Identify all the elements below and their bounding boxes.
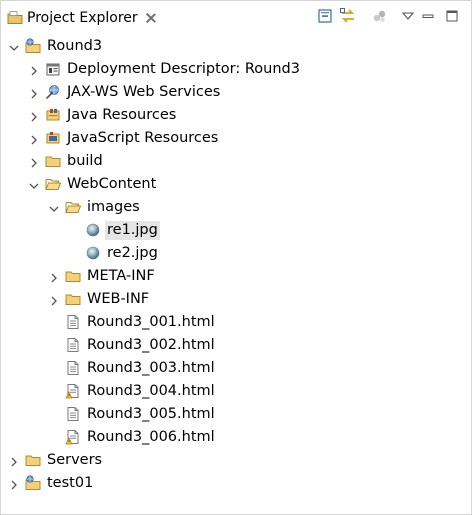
folder-icon: [25, 452, 41, 468]
folder-open-icon: [65, 199, 82, 215]
tree-item-label: re2.jpg: [107, 245, 158, 261]
folder-icon: [65, 268, 81, 284]
folder-open-icon: [45, 176, 62, 192]
tree-item[interactable]: Round3_006.html: [1, 426, 471, 449]
tree-item-label: Round3_004.html: [87, 383, 215, 399]
tree-item[interactable]: WEB-INF: [1, 288, 471, 311]
expanded-arrow-icon[interactable]: [29, 179, 39, 189]
html-file-icon: [65, 406, 81, 422]
folder-icon: [45, 153, 61, 169]
javascript-resources-icon: [45, 130, 61, 146]
image-file-icon: [85, 245, 101, 261]
html-file-warning-icon: [65, 383, 81, 399]
expanded-arrow-icon[interactable]: [9, 41, 19, 51]
tree-item-label: Round3_002.html: [87, 337, 215, 353]
tree-item-label: JAX-WS Web Services: [67, 84, 221, 100]
tree-item[interactable]: re1.jpg: [1, 219, 471, 242]
tree-item[interactable]: Servers: [1, 449, 471, 472]
web-project-icon: [25, 475, 41, 491]
tree-item[interactable]: Java Resources: [1, 104, 471, 127]
maximize-icon[interactable]: [443, 7, 461, 25]
collapsed-arrow-icon[interactable]: [29, 110, 39, 122]
filter-icon[interactable]: [371, 7, 389, 25]
tree-item-label: JavaScript Resources: [67, 130, 219, 146]
tree-item[interactable]: JavaScript Resources: [1, 127, 471, 150]
project-explorer-icon: [7, 10, 23, 26]
tree-item[interactable]: Round3_001.html: [1, 311, 471, 334]
tree-item[interactable]: JAX-WS Web Services: [1, 81, 471, 104]
collapsed-arrow-icon[interactable]: [49, 294, 59, 306]
java-resources-icon: [45, 107, 61, 123]
tree-item[interactable]: META-INF: [1, 265, 471, 288]
tree-item-label: WebContent: [67, 176, 157, 192]
tree-item[interactable]: images: [1, 196, 471, 219]
web-project-icon: [25, 38, 41, 54]
tree-item[interactable]: Deployment Descriptor: Round3: [1, 58, 471, 81]
tree-item-label: Servers: [47, 452, 103, 468]
html-file-icon: [65, 314, 81, 330]
tree-item[interactable]: test01: [1, 472, 471, 495]
tree-item[interactable]: Round3: [1, 35, 471, 58]
web-services-icon: [45, 84, 61, 100]
minimize-icon[interactable]: [419, 7, 437, 25]
collapsed-arrow-icon[interactable]: [29, 87, 39, 99]
html-file-icon: [65, 360, 81, 376]
tree-item[interactable]: Round3_005.html: [1, 403, 471, 426]
tree-item-label: build: [67, 153, 103, 169]
tree-item-label: Round3_001.html: [87, 314, 215, 330]
tree-item[interactable]: Round3_003.html: [1, 357, 471, 380]
html-file-warning-icon: [65, 429, 81, 445]
tree-item[interactable]: Round3_004.html: [1, 380, 471, 403]
tree-item[interactable]: Round3_002.html: [1, 334, 471, 357]
link-with-editor-icon[interactable]: [339, 7, 357, 25]
close-icon[interactable]: [146, 13, 156, 23]
tree-item-label: Java Resources: [67, 107, 177, 123]
tree-item[interactable]: re2.jpg: [1, 242, 471, 265]
collapsed-arrow-icon[interactable]: [29, 64, 39, 76]
html-file-icon: [65, 337, 81, 353]
collapsed-arrow-icon[interactable]: [29, 156, 39, 168]
view-title: Project Explorer: [27, 9, 138, 26]
collapsed-arrow-icon[interactable]: [9, 455, 19, 467]
tab-project-explorer[interactable]: Project Explorer: [1, 1, 162, 34]
tree-item-label: Deployment Descriptor: Round3: [67, 61, 300, 77]
deployment-descriptor-icon: [45, 61, 61, 77]
tree-item-label: Round3_005.html: [87, 406, 215, 422]
tree-item-label: Round3: [47, 38, 103, 54]
tree-item-label: re1.jpg: [105, 221, 160, 240]
view-menu-icon[interactable]: [399, 7, 417, 25]
tree-item-label: images: [87, 199, 140, 215]
collapsed-arrow-icon[interactable]: [29, 133, 39, 145]
expanded-arrow-icon[interactable]: [49, 202, 59, 212]
tree-item[interactable]: WebContent: [1, 173, 471, 196]
tree-item-label: WEB-INF: [87, 291, 150, 307]
collapsed-arrow-icon[interactable]: [49, 271, 59, 283]
tree-item-label: test01: [47, 475, 94, 491]
collapsed-arrow-icon[interactable]: [9, 478, 19, 490]
view-tab-bar: Project Explorer: [1, 1, 471, 34]
folder-icon: [65, 291, 81, 307]
project-explorer-view: Project Explorer Round3 Deployment Descr…: [0, 0, 472, 515]
tree-item-label: Round3_006.html: [87, 429, 215, 445]
tree-item-label: Round3_003.html: [87, 360, 215, 376]
collapse-all-icon[interactable]: [316, 7, 334, 25]
tree-item[interactable]: build: [1, 150, 471, 173]
tree-item-label: META-INF: [87, 268, 155, 284]
image-file-icon: [85, 222, 101, 238]
